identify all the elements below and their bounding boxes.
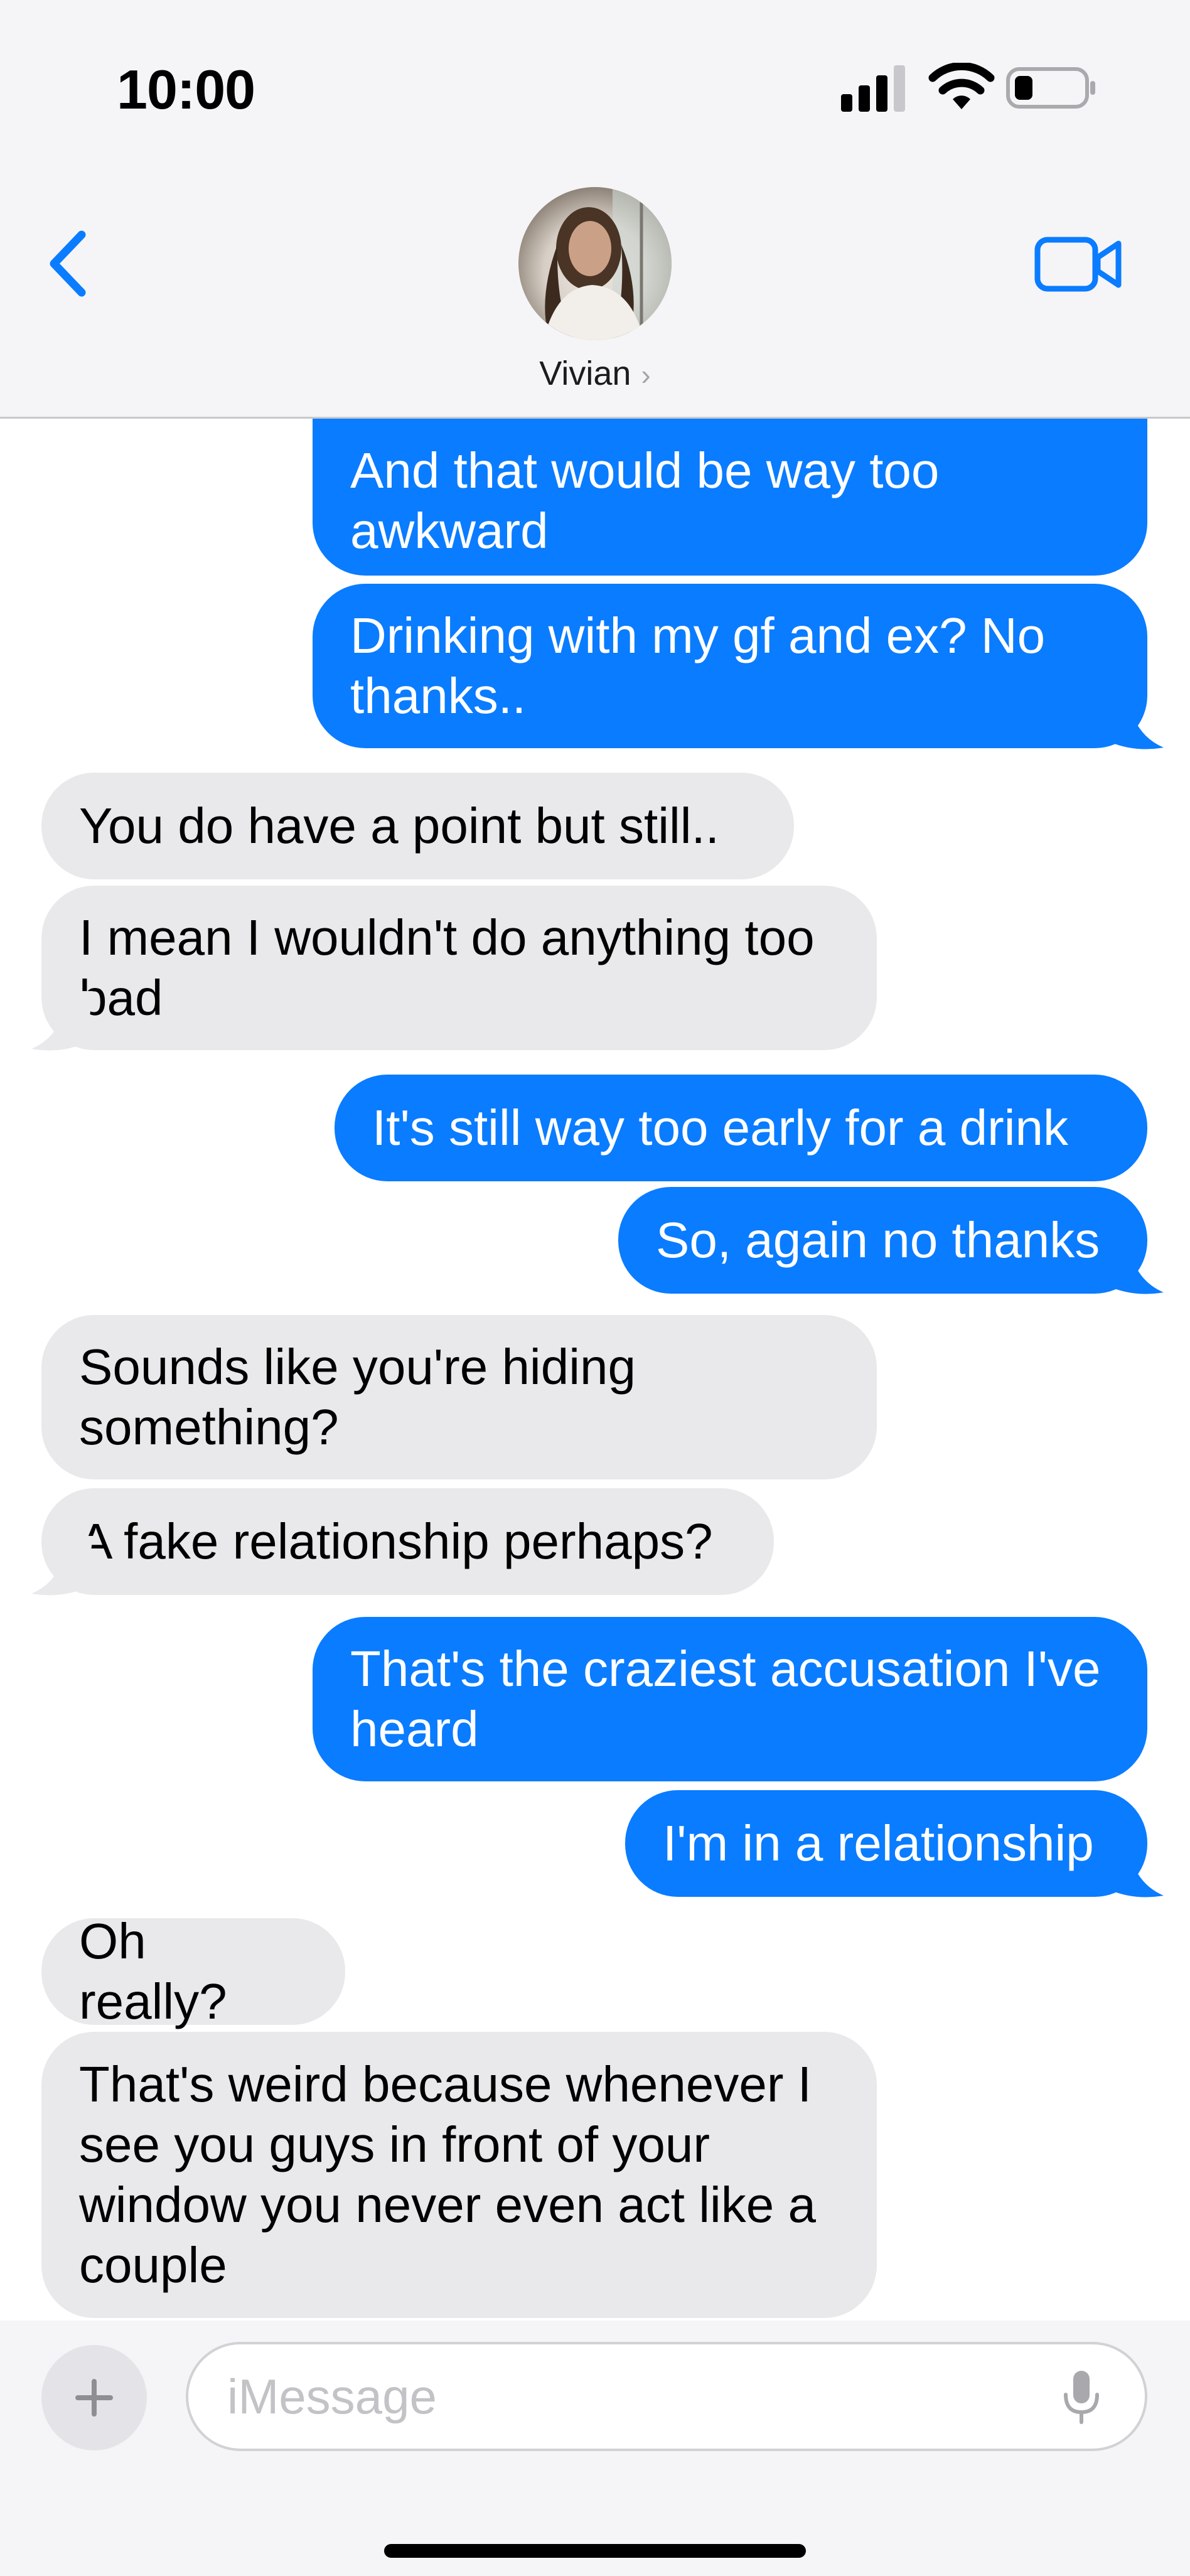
conversation-header: 10:00 Vivian › [0,0,1190,419]
message-text: And that would be way too awkward [350,443,940,559]
add-attachment-button[interactable] [41,2345,147,2450]
message-text: Sounds like you're hiding something? [79,1339,636,1455]
message-text: You do have a point but still.. [79,798,719,854]
message-bubble-received[interactable]: I mean I wouldn't do anything too bad [41,886,877,1050]
home-indicator[interactable] [384,2544,806,2558]
wifi-icon [928,63,995,109]
message-thread[interactable]: And that would be way too awkward Drinki… [0,419,1190,2321]
message-bubble-received[interactable]: You do have a point but still.. [41,773,794,879]
microphone-icon[interactable] [1062,2369,1101,2425]
message-bubble-sent[interactable]: And that would be way too awkward [313,419,1147,576]
cellular-signal-icon [841,65,905,112]
chevron-right-icon: › [641,358,651,391]
contact-avatar[interactable] [518,187,672,340]
bubble-tail-received [31,1536,93,1596]
message-text: Oh really? [79,1913,227,2029]
bubble-tail-received [31,991,93,1051]
video-camera-icon[interactable] [1034,235,1123,294]
message-text: It's still way too early for a drink [372,1100,1068,1156]
message-text: A fake relationship perhaps? [79,1513,713,1569]
bubble-tail-sent [1102,1838,1164,1897]
message-bubble-sent[interactable]: It's still way too early for a drink [335,1075,1147,1181]
avatar-photo-icon [544,187,672,340]
message-bubble-sent[interactable]: I'm in a relationship [625,1790,1147,1897]
contact-name-label: Vivian [539,355,631,392]
message-text: I'm in a relationship [663,1815,1094,1871]
battery-icon [1006,67,1095,109]
message-text: That's weird because whenever I see you … [79,2056,816,2293]
message-bubble-received[interactable]: That's weird because whenever I see you … [41,2032,877,2318]
message-bubble-received[interactable]: A fake relationship perhaps? [41,1488,774,1595]
message-text: Drinking with my gf and ex? No thanks.. [350,608,1046,724]
message-text: So, again no thanks [656,1212,1100,1268]
message-bubble-sent[interactable]: That's the craziest accusation I've hear… [313,1617,1147,1781]
message-composer: iMessage [0,2321,1190,2576]
message-input[interactable]: iMessage [186,2342,1147,2451]
contact-name[interactable]: Vivian › [0,354,1190,393]
message-bubble-sent[interactable]: Drinking with my gf and ex? No thanks.. [313,584,1147,748]
back-chevron-icon[interactable] [45,226,95,301]
message-bubble-received[interactable]: Oh really? [41,1913,345,2029]
bubble-tail-sent [1102,1235,1164,1294]
message-input-placeholder: iMessage [227,2369,437,2424]
message-bubble-received[interactable]: Sounds like you're hiding something? [41,1315,877,1479]
status-time: 10:00 [117,58,255,121]
message-bubble-sent[interactable]: So, again no thanks [618,1187,1147,1294]
plus-icon [75,2379,113,2417]
bubble-tail-sent [1102,690,1164,749]
message-text: I mean I wouldn't do anything too bad [79,910,815,1026]
message-text: That's the craziest accusation I've hear… [350,1641,1101,1757]
